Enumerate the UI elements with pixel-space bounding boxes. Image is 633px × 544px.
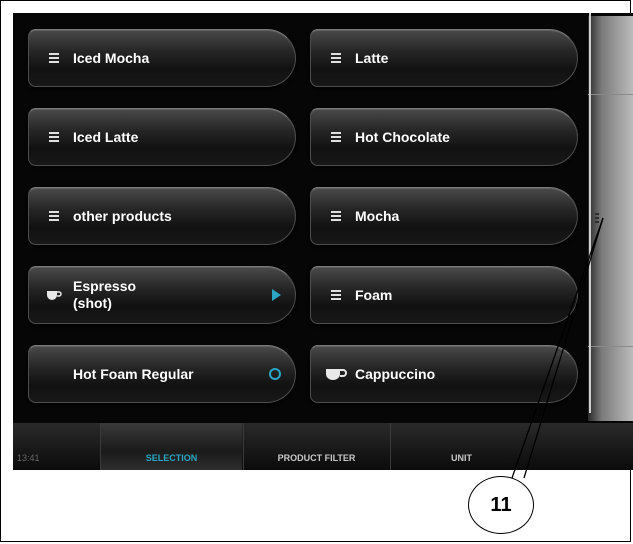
callout-number: 11 [468, 476, 534, 534]
callout-leader-lines [511, 217, 604, 479]
callout-label: 11 [490, 493, 512, 516]
